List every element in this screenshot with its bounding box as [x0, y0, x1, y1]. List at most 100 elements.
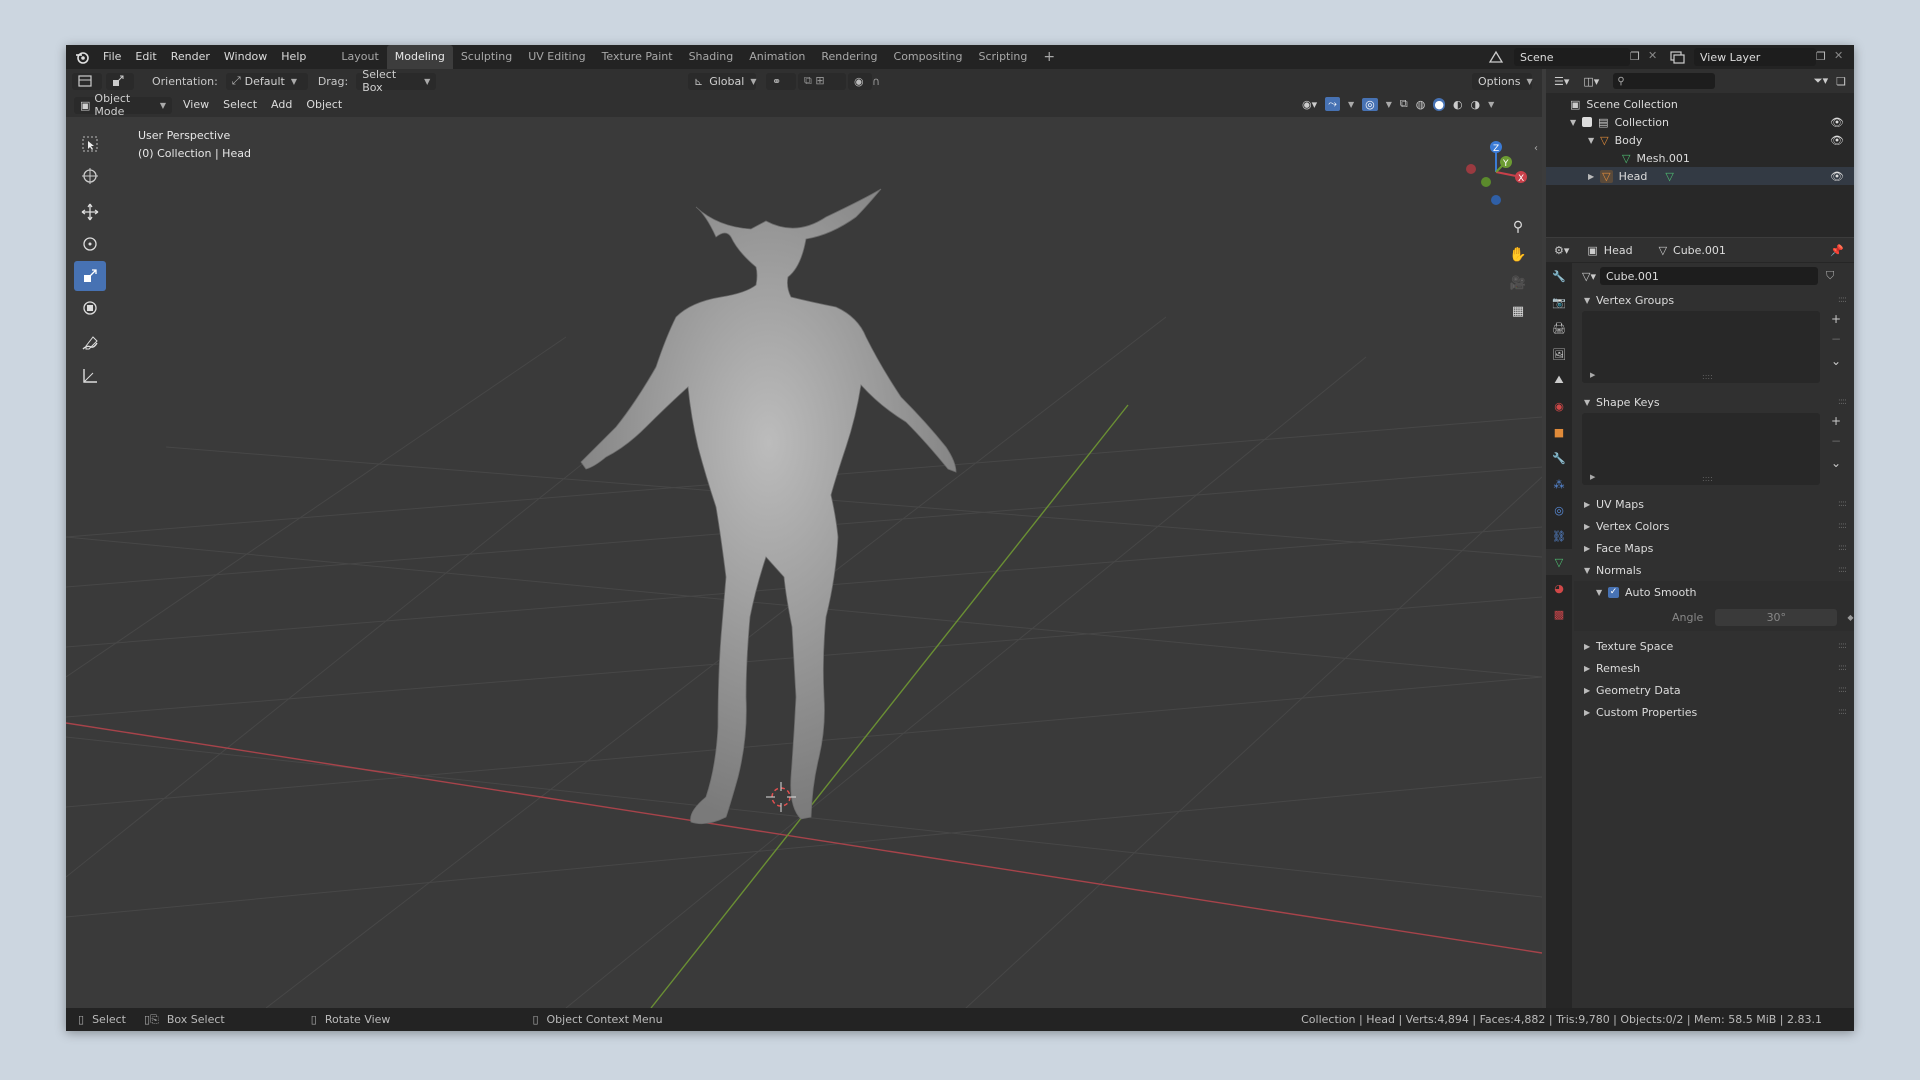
pan-hand-icon[interactable]: ✋: [1506, 243, 1530, 267]
scene-tab-icon[interactable]: ⛰: [1546, 367, 1572, 393]
vertex-groups-header[interactable]: ▼ Vertex Groups ::::: [1574, 289, 1854, 311]
transform-tool-icon[interactable]: [74, 293, 106, 323]
pin-icon[interactable]: 📌: [1830, 244, 1844, 257]
material-shading-icon[interactable]: ◐: [1453, 98, 1463, 111]
remove-vertex-group-icon[interactable]: −: [1828, 331, 1844, 347]
navigation-gizmo[interactable]: Z Y X: [1466, 141, 1527, 205]
face-maps-header[interactable]: ▶ Face Maps ::::: [1574, 537, 1854, 559]
expand-arrow-icon[interactable]: ▼: [1588, 136, 1594, 145]
drag-handle-icon[interactable]: ::::: [1838, 499, 1847, 509]
measure-tool-icon[interactable]: [74, 361, 106, 391]
tab-layout[interactable]: Layout: [333, 45, 386, 69]
menu-file[interactable]: File: [96, 45, 128, 69]
annotate-tool-icon[interactable]: [74, 329, 106, 359]
overlays-toggle-icon[interactable]: ◎: [1362, 97, 1378, 111]
add-vertex-group-icon[interactable]: +: [1828, 311, 1844, 327]
tab-shading[interactable]: Shading: [681, 45, 742, 69]
outliner-row-scene-collection[interactable]: ▣ Scene Collection: [1546, 95, 1854, 113]
material-tab-icon[interactable]: ◕: [1546, 575, 1572, 601]
render-tab-icon[interactable]: 📷: [1546, 289, 1572, 315]
overlays-dropdown-icon[interactable]: ▼: [1386, 100, 1392, 109]
uv-maps-header[interactable]: ▶ UV Maps ::::: [1574, 493, 1854, 515]
drag-handle-icon[interactable]: ::::: [1838, 565, 1847, 575]
blender-logo-icon[interactable]: [74, 49, 90, 65]
select-box-tool-icon[interactable]: [74, 129, 106, 159]
move-tool-icon[interactable]: [74, 197, 106, 227]
menu-view[interactable]: View: [176, 93, 216, 117]
remove-shape-key-icon[interactable]: −: [1828, 433, 1844, 449]
menu-object[interactable]: Object: [299, 93, 349, 117]
modifier-tab-icon[interactable]: 🔧: [1546, 445, 1572, 471]
scene-selector-icon[interactable]: [1488, 49, 1510, 65]
outliner-search-input[interactable]: ⚲: [1613, 73, 1716, 89]
new-collection-icon[interactable]: ❏: [1836, 75, 1846, 88]
drag-handle-icon[interactable]: ::::: [1838, 397, 1847, 407]
drag-handle-icon[interactable]: ::::: [1838, 543, 1847, 553]
outliner-row-collection[interactable]: ▼ ▤ Collection 👁: [1546, 113, 1854, 131]
custom-properties-header[interactable]: ▶ Custom Properties ::::: [1574, 701, 1854, 723]
menu-select[interactable]: Select: [216, 93, 264, 117]
drag-handle-icon[interactable]: ::::: [1838, 685, 1847, 695]
view-layer-icon[interactable]: [1669, 49, 1691, 65]
physics-tab-icon[interactable]: ◎: [1546, 497, 1572, 523]
add-workspace-button[interactable]: +: [1035, 45, 1063, 69]
angle-field[interactable]: 30°: [1715, 608, 1838, 626]
tab-modeling[interactable]: Modeling: [386, 45, 453, 69]
normals-header[interactable]: ▼ Normals ::::: [1574, 559, 1854, 581]
menu-window[interactable]: Window: [217, 45, 274, 69]
character-mesh[interactable]: [580, 188, 957, 825]
menu-edit[interactable]: Edit: [128, 45, 163, 69]
rotate-tool-icon[interactable]: [74, 229, 106, 259]
vertex-colors-header[interactable]: ▶ Vertex Colors ::::: [1574, 515, 1854, 537]
view-layer-tab-icon[interactable]: 🖼: [1546, 341, 1572, 367]
3d-viewport[interactable]: Z Y X User Perspective (0) Collection | …: [66, 117, 1542, 1008]
checkbox-icon[interactable]: [1582, 117, 1593, 127]
cursor-tool-icon[interactable]: [74, 161, 106, 191]
geometry-data-header[interactable]: ▶ Geometry Data ::::: [1574, 679, 1854, 701]
delete-view-layer-icon[interactable]: ✕: [1834, 49, 1843, 62]
output-tab-icon[interactable]: 🖨: [1546, 315, 1572, 341]
editor-type-icon[interactable]: [72, 72, 102, 90]
mode-dropdown[interactable]: ▣ Object Mode ▼: [74, 92, 172, 118]
delete-scene-icon[interactable]: ✕: [1648, 49, 1657, 62]
drag-handle-icon[interactable]: ::::: [1838, 295, 1847, 305]
new-scene-icon[interactable]: ❐: [1630, 50, 1640, 63]
tab-rendering[interactable]: Rendering: [813, 45, 885, 69]
sidebar-toggle-icon[interactable]: ‹: [1534, 143, 1538, 154]
drag-handle-icon[interactable]: ::::: [1838, 521, 1847, 531]
menu-help[interactable]: Help: [274, 45, 313, 69]
shape-keys-header[interactable]: ▼ Shape Keys ::::: [1574, 391, 1854, 413]
scene-field[interactable]: Scene: [1514, 48, 1630, 66]
auto-smooth-checkbox[interactable]: ✓: [1608, 586, 1619, 598]
menu-render[interactable]: Render: [164, 45, 217, 69]
outliner-row-head[interactable]: ▶ ▽ Head ▽ 👁: [1546, 167, 1854, 185]
gizmo-dropdown-icon[interactable]: ▼: [1348, 100, 1354, 109]
shading-dropdown-icon[interactable]: ▼: [1488, 100, 1494, 109]
constraints-tab-icon[interactable]: ⛓: [1546, 523, 1572, 549]
auto-smooth-row[interactable]: ▼ ✓ Auto Smooth: [1574, 581, 1854, 603]
solid-shading-icon[interactable]: ●: [1433, 97, 1445, 111]
mesh-datablock-field[interactable]: Cube.001: [1599, 267, 1818, 285]
list-expand-icon[interactable]: ▶: [1590, 473, 1595, 481]
add-shape-key-icon[interactable]: +: [1828, 413, 1844, 429]
menu-add[interactable]: Add: [264, 93, 299, 117]
drag-handle-icon[interactable]: ::::: [1838, 641, 1847, 651]
mesh-browse-icon[interactable]: ▽▾: [1582, 270, 1596, 283]
tab-compositing[interactable]: Compositing: [886, 45, 971, 69]
display-mode-icon[interactable]: ◫▾: [1583, 75, 1599, 88]
shape-keys-list[interactable]: ▶ ::::: [1582, 413, 1820, 485]
camera-view-icon[interactable]: 🎥: [1506, 271, 1530, 295]
transform-orientation-dropdown[interactable]: ⊾ Global ▼: [688, 72, 756, 90]
scale-tool-icon[interactable]: [74, 261, 106, 291]
outliner-editor-icon[interactable]: ☰▾: [1554, 75, 1569, 88]
list-expand-icon[interactable]: ▶: [1590, 371, 1595, 379]
drag-handle-icon[interactable]: ::::: [1838, 707, 1847, 717]
zoom-icon[interactable]: ⚲: [1506, 215, 1530, 239]
texture-space-header[interactable]: ▶ Texture Space ::::: [1574, 635, 1854, 657]
wireframe-shading-icon[interactable]: ◍: [1416, 98, 1426, 111]
list-resize-handle-icon[interactable]: ::::: [1702, 474, 1713, 483]
perspective-toggle-icon[interactable]: ▦: [1506, 299, 1530, 323]
tab-texture-paint[interactable]: Texture Paint: [594, 45, 681, 69]
options-dropdown[interactable]: Options ▼: [1472, 72, 1533, 90]
tool-tab-icon[interactable]: 🔧: [1546, 263, 1572, 289]
